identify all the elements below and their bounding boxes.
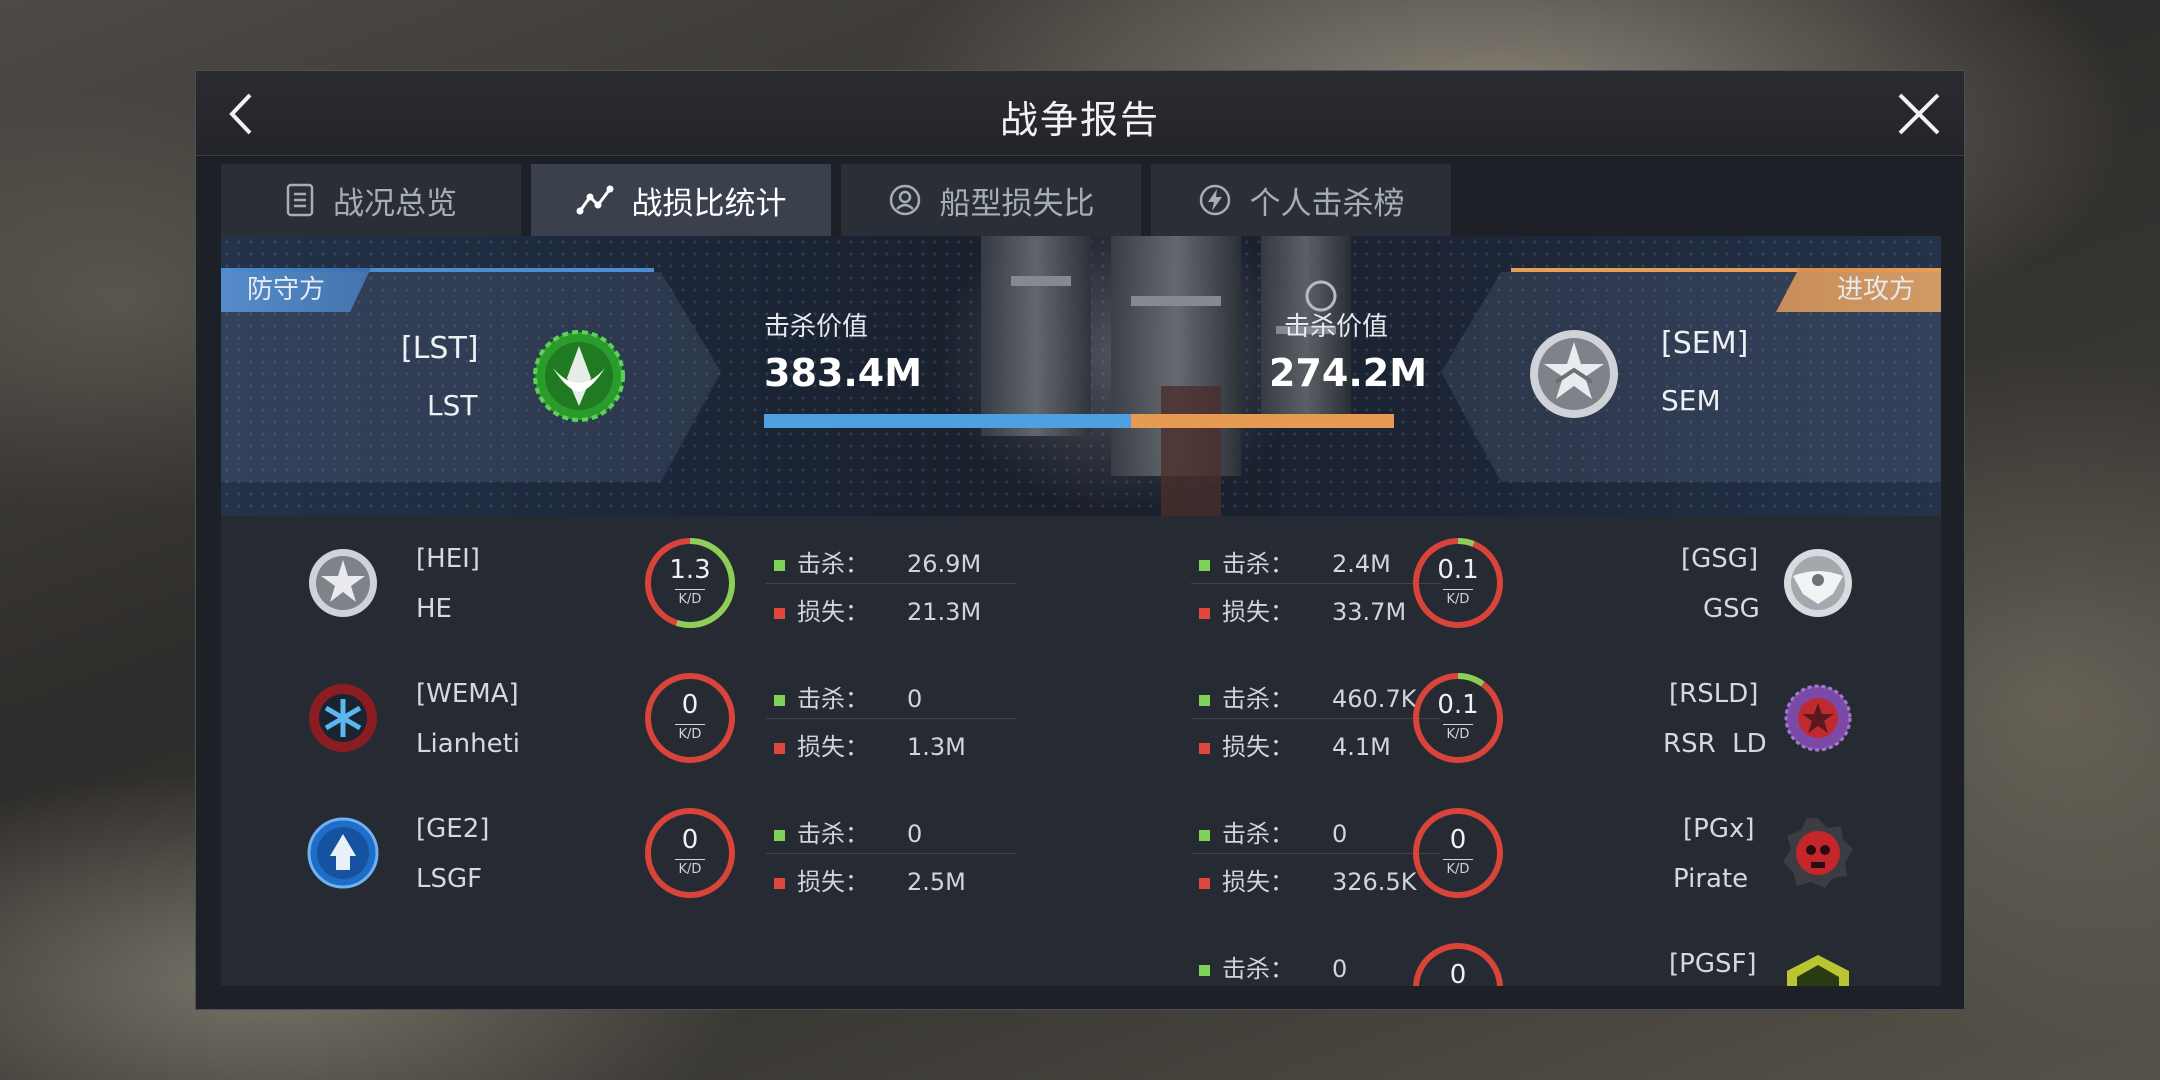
kd-value: 0	[681, 825, 699, 855]
kill-stat: 击杀： 0	[774, 814, 922, 849]
loss-stat: 损失： 326.5K	[1199, 862, 1416, 897]
kill-stat: 击杀： 26.9M	[774, 544, 981, 579]
document-icon	[286, 183, 314, 217]
defender-kill-value: 383.4M	[764, 351, 923, 395]
table-row: [GE2] LSGF 0 K/D 击杀： 0 损失： 2.5M 击杀： 0 损失： 32…	[221, 786, 1941, 921]
alliance-emblem-icon	[307, 817, 379, 889]
defender-alliance-tag: [LST]	[401, 331, 479, 366]
kill-stat: 击杀： 0	[1199, 949, 1347, 984]
alliance-name: Pirate	[1673, 864, 1749, 894]
close-icon	[1898, 93, 1940, 135]
summary-banner: 防守方 进攻方 [LST] LST 击杀价值 383.4M 击杀价值 274.2…	[221, 236, 1941, 516]
defender-ratio-fill	[764, 414, 1132, 428]
kill-value-ratio-bar	[764, 414, 1394, 428]
loss-ratio-content: 防守方 进攻方 [LST] LST 击杀价值 383.4M 击杀价值 274.2…	[221, 236, 1941, 986]
alliance-tag: [PGSF]	[1669, 949, 1757, 979]
defender-alliance-name: LST	[427, 389, 478, 422]
line-chart-icon	[576, 185, 613, 215]
alliance-emblem-icon	[1784, 684, 1852, 752]
alliance-tag: [GE2]	[416, 814, 490, 844]
kd-value: 0	[1449, 960, 1467, 986]
table-row: [WEMA] Lianheti 0 K/D 击杀： 0 损失： 1.3M 击杀： 46…	[221, 651, 1941, 786]
loss-stat: 损失： 33.7M	[1199, 592, 1406, 627]
tab-label: 战损比统计	[631, 185, 787, 222]
alliance-tag: [WEMA]	[416, 679, 519, 709]
alliance-emblem-icon	[309, 549, 377, 617]
kd-label: K/D	[678, 862, 702, 877]
attacker-alliance-emblem	[1530, 330, 1618, 418]
kd-ring: 0.1 K/D	[1411, 536, 1505, 630]
loss-stat: 损失： 21.3M	[774, 592, 981, 627]
tab-loss-ratio-stats[interactable]: 战损比统计	[531, 164, 831, 236]
kd-label: K/D	[1446, 862, 1470, 877]
attacker-kill-value-label: 击杀价值	[1284, 312, 1389, 342]
attacker-kill-value: 274.2M	[1269, 351, 1428, 395]
alliance-name: HE	[416, 594, 452, 624]
kd-value: 1.3	[669, 555, 711, 585]
skull-emblem-icon	[1783, 818, 1853, 888]
tab-battle-overview[interactable]: 战况总览	[221, 164, 521, 236]
ship-target-icon	[889, 184, 920, 216]
kd-label: K/D	[1446, 592, 1470, 607]
table-row: 击杀： 0 0 [PGSF]	[221, 921, 1941, 986]
alliance-tag: [GSG]	[1681, 544, 1759, 574]
kd-label: K/D	[678, 727, 702, 742]
kd-value: 0	[681, 690, 699, 720]
alliance-tag: [RSLD]	[1669, 679, 1759, 709]
alliance-name: RSR LD	[1663, 729, 1767, 759]
alliance-name: Lianheti	[416, 729, 521, 759]
defender-alliance-emblem	[533, 330, 625, 422]
bolt-icon	[1199, 184, 1230, 216]
attacker-alliance-name: SEM	[1661, 384, 1721, 417]
alliance-emblem-icon	[1784, 549, 1852, 617]
kd-ring: 0	[1411, 941, 1505, 986]
page-title: 战争报告	[999, 98, 1160, 142]
defender-plate	[221, 272, 721, 482]
defender-kill-value-label: 击杀价值	[764, 312, 869, 342]
kd-label: K/D	[1446, 727, 1470, 742]
kd-ring: 0 K/D	[643, 671, 737, 765]
alliance-name: LSGF	[416, 864, 483, 894]
war-report-panel: 战争报告 战况总览 战损比统计 船型损失比 个人击杀榜 [LST] LST 击杀…	[195, 70, 1965, 1010]
attacker-ratio-fill	[1131, 414, 1394, 428]
tab-ship-type-loss[interactable]: 船型损失比	[841, 164, 1141, 236]
tab-label: 战况总览	[333, 185, 457, 222]
kill-stat: 击杀： 460.7K	[1199, 679, 1416, 714]
kd-value: 0.1	[1437, 555, 1479, 585]
kd-ring: 0 K/D	[1411, 806, 1505, 900]
alliance-emblem-icon	[309, 684, 377, 752]
tab-personal-kill-ranking[interactable]: 个人击杀榜	[1151, 164, 1451, 236]
kd-value: 0.1	[1437, 690, 1479, 720]
kd-ring: 1.3 K/D	[643, 536, 737, 630]
kd-label: K/D	[678, 592, 702, 607]
alliance-emblem-icon	[1787, 955, 1849, 986]
kd-ring: 0 K/D	[643, 806, 737, 900]
alliance-tag: [PGx]	[1683, 814, 1755, 844]
table-row: [HEI] HE 1.3 K/D 击杀： 26.9M 损失： 21.3M 击杀： 2.…	[221, 516, 1941, 651]
kill-stat: 击杀： 2.4M	[1199, 544, 1391, 579]
title-bar: 战争报告	[196, 71, 1964, 156]
kill-stat: 击杀： 0	[774, 679, 922, 714]
loss-stat: 损失： 1.3M	[774, 727, 966, 762]
close-button[interactable]	[1892, 87, 1946, 141]
tab-label: 船型损失比	[939, 185, 1095, 222]
alliance-tag: [HEI]	[416, 544, 480, 574]
kill-stat: 击杀： 0	[1199, 814, 1347, 849]
alliance-rows: [HEI] HE 1.3 K/D 击杀： 26.9M 损失： 21.3M 击杀： 2.…	[221, 516, 1941, 986]
attacker-plate	[1441, 272, 1941, 482]
alliance-name: GSG	[1703, 594, 1760, 624]
tab-label: 个人击杀榜	[1249, 185, 1405, 222]
kd-ring: 0.1 K/D	[1411, 671, 1505, 765]
loss-stat: 损失： 2.5M	[774, 862, 966, 897]
kd-value: 0	[1449, 825, 1467, 855]
loss-stat: 损失： 4.1M	[1199, 727, 1391, 762]
attacker-alliance-tag: [SEM]	[1661, 326, 1749, 361]
